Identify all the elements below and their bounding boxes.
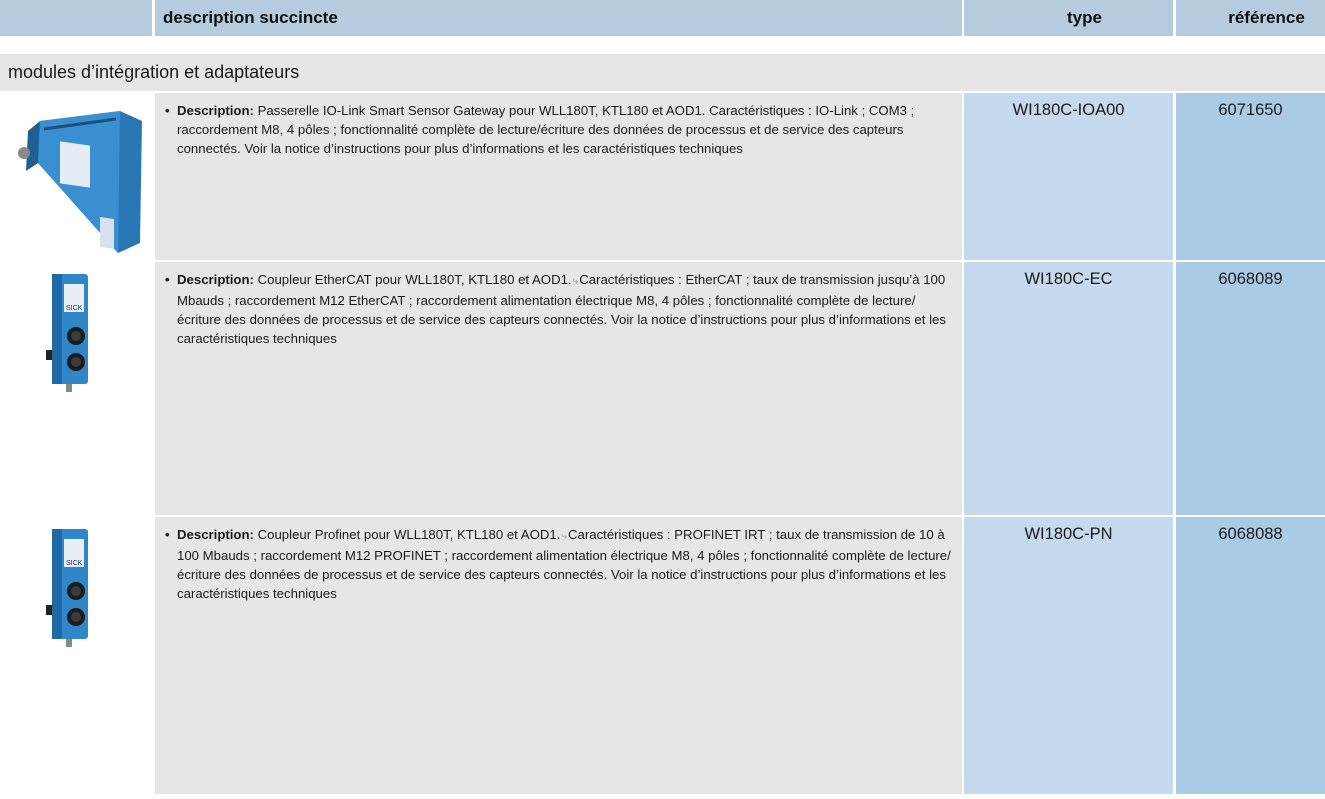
product-image-cell xyxy=(0,93,152,260)
table-row: SICK • Description: Coupleur Profinet po… xyxy=(0,517,1325,794)
description-body-a: Coupleur EtherCAT pour WLL180T, KTL180 e… xyxy=(257,272,572,287)
description-bullet: • Description: Coupleur Profinet pour WL… xyxy=(165,525,952,603)
bullet-dot: • xyxy=(165,272,170,287)
link-icon: ⤷ xyxy=(561,531,567,542)
product-table-page: description succincte type référence mod… xyxy=(0,0,1325,794)
description-body: Passerelle IO-Link Smart Sensor Gateway … xyxy=(177,103,915,156)
row-description: • Description: Coupleur Profinet pour WL… xyxy=(155,517,962,794)
coupler-module-icon: SICK xyxy=(46,529,88,647)
svg-text:SICK: SICK xyxy=(66,560,83,567)
gateway-module-icon xyxy=(18,111,142,253)
description-bullet: • Description: Coupleur EtherCAT pour WL… xyxy=(165,270,952,348)
row-type: WI180C-PN xyxy=(964,517,1173,794)
row-type: WI180C-IOA00 xyxy=(964,93,1173,260)
bullet-dot: • xyxy=(165,527,170,542)
table-row: SICK • Description: Coupleur EtherCAT po… xyxy=(0,262,1325,515)
row-description: • Description: Coupleur EtherCAT pour WL… xyxy=(155,262,962,515)
product-image-cell: SICK xyxy=(0,262,152,515)
description-label: Description: xyxy=(177,103,254,118)
svg-text:SICK: SICK xyxy=(66,305,83,312)
header-reference: référence xyxy=(1176,0,1325,36)
product-image-cell: SICK xyxy=(0,517,152,794)
coupler-module-icon: SICK xyxy=(46,274,88,392)
description-text: Description: Coupleur Profinet pour WLL1… xyxy=(177,525,952,603)
group-title: modules d’intégration et adaptateurs xyxy=(0,54,1325,91)
row-reference: 6068088 xyxy=(1176,517,1325,794)
row-description: • Description: Passerelle IO-Link Smart … xyxy=(155,93,962,260)
table-header: description succincte type référence xyxy=(0,0,1325,38)
description-text: Description: Passerelle IO-Link Smart Se… xyxy=(177,101,952,158)
description-body-a: Coupleur Profinet pour WLL180T, KTL180 e… xyxy=(257,527,561,542)
header-description: description succincte xyxy=(155,0,962,36)
header-image-cell xyxy=(0,0,152,36)
description-bullet: • Description: Passerelle IO-Link Smart … xyxy=(165,101,952,158)
row-reference: 6071650 xyxy=(1176,93,1325,260)
bullet-dot: • xyxy=(165,103,170,118)
row-reference: 6068089 xyxy=(1176,262,1325,515)
header-type: type xyxy=(964,0,1173,36)
description-text: Description: Coupleur EtherCAT pour WLL1… xyxy=(177,270,952,348)
table-row: • Description: Passerelle IO-Link Smart … xyxy=(0,93,1325,260)
description-label: Description: xyxy=(177,272,254,287)
description-label: Description: xyxy=(177,527,254,542)
row-type: WI180C-EC xyxy=(964,262,1173,515)
